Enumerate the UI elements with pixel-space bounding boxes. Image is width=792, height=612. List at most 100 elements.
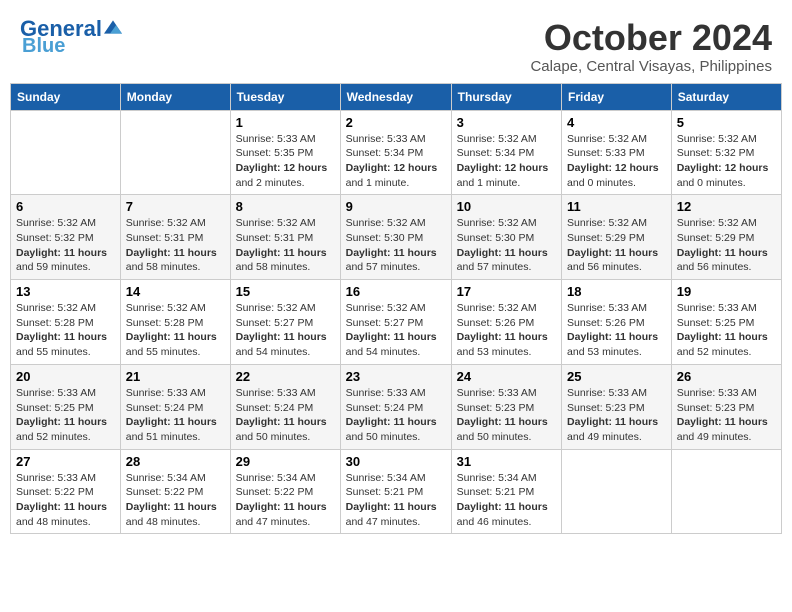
day-number: 3 (457, 115, 556, 130)
day-info: Sunrise: 5:32 AMSunset: 5:28 PMDaylight:… (126, 301, 225, 360)
day-info: Sunrise: 5:33 AMSunset: 5:24 PMDaylight:… (126, 386, 225, 445)
calendar-cell: 15Sunrise: 5:32 AMSunset: 5:27 PMDayligh… (230, 280, 340, 365)
calendar-cell: 5 Sunrise: 5:32 AMSunset: 5:32 PMDaylight… (671, 110, 781, 195)
week-row-3: 13 Sunrise: 5:32 AMSunset: 5:28 PMDayligh… (11, 280, 782, 365)
week-row-2: 6Sunrise: 5:32 AMSunset: 5:32 PMDaylight… (11, 195, 782, 280)
day-info: Sunrise: 5:32 AMSunset: 5:28 PMDaylight:… (16, 301, 115, 360)
day-info: Sunrise: 5:34 AMSunset: 5:22 PMDaylight:… (236, 471, 335, 530)
day-number: 27 (16, 454, 115, 469)
calendar-cell: 4 Sunrise: 5:32 AMSunset: 5:33 PMDaylight… (562, 110, 672, 195)
day-info: Sunrise: 5:33 AMSunset: 5:23 PMDaylight:… (567, 386, 666, 445)
calendar-cell: 18Sunrise: 5:33 AMSunset: 5:26 PMDayligh… (562, 280, 672, 365)
week-row-1: 1 Sunrise: 5:33 AMSunset: 5:35 PMDaylight… (11, 110, 782, 195)
day-number: 14 (126, 284, 225, 299)
day-number: 9 (346, 199, 446, 214)
calendar-cell (120, 110, 230, 195)
week-row-5: 27 Sunrise: 5:33 AMSunset: 5:22 PMDayligh… (11, 449, 782, 534)
calendar-cell: 17 Sunrise: 5:32 AMSunset: 5:26 PMDayligh… (451, 280, 561, 365)
day-info: Sunrise: 5:32 AMSunset: 5:26 PMDaylight:… (457, 301, 556, 360)
calendar-cell: 1 Sunrise: 5:33 AMSunset: 5:35 PMDaylight… (230, 110, 340, 195)
day-info: Sunrise: 5:32 AMSunset: 5:34 PMDaylight:… (457, 132, 556, 191)
calendar-cell (671, 449, 781, 534)
day-number: 5 (677, 115, 776, 130)
day-info: Sunrise: 5:32 AMSunset: 5:32 PMDaylight:… (16, 216, 115, 275)
column-header-wednesday: Wednesday (340, 83, 451, 110)
calendar-cell: 29 Sunrise: 5:34 AMSunset: 5:22 PMDayligh… (230, 449, 340, 534)
day-info: Sunrise: 5:32 AMSunset: 5:30 PMDaylight:… (346, 216, 446, 275)
logo-blue-text: Blue (22, 36, 65, 56)
day-number: 4 (567, 115, 666, 130)
day-info: Sunrise: 5:32 AMSunset: 5:31 PMDaylight:… (236, 216, 335, 275)
day-number: 15 (236, 284, 335, 299)
day-info: Sunrise: 5:33 AMSunset: 5:34 PMDaylight:… (346, 132, 446, 191)
column-header-friday: Friday (562, 83, 672, 110)
column-header-monday: Monday (120, 83, 230, 110)
calendar-cell: 16 Sunrise: 5:32 AMSunset: 5:27 PMDayligh… (340, 280, 451, 365)
calendar-cell: 8Sunrise: 5:32 AMSunset: 5:31 PMDaylight… (230, 195, 340, 280)
calendar-cell: 6Sunrise: 5:32 AMSunset: 5:32 PMDaylight… (11, 195, 121, 280)
day-number: 23 (346, 369, 446, 384)
day-number: 12 (677, 199, 776, 214)
calendar-cell: 25 Sunrise: 5:33 AMSunset: 5:23 PMDayligh… (562, 364, 672, 449)
column-header-sunday: Sunday (11, 83, 121, 110)
day-number: 16 (346, 284, 446, 299)
title-block: October 2024 Calape, Central Visayas, Ph… (530, 18, 772, 75)
page-header: General Blue October 2024 Calape, Centra… (10, 10, 782, 75)
day-info: Sunrise: 5:32 AMSunset: 5:27 PMDaylight:… (346, 301, 446, 360)
day-info: Sunrise: 5:33 AMSunset: 5:25 PMDaylight:… (16, 386, 115, 445)
calendar-cell: 13 Sunrise: 5:32 AMSunset: 5:28 PMDayligh… (11, 280, 121, 365)
day-number: 17 (457, 284, 556, 299)
calendar-cell: 28Sunrise: 5:34 AMSunset: 5:22 PMDayligh… (120, 449, 230, 534)
day-number: 13 (16, 284, 115, 299)
month-title: October 2024 (530, 18, 772, 58)
column-header-saturday: Saturday (671, 83, 781, 110)
calendar-header-row: SundayMondayTuesdayWednesdayThursdayFrid… (11, 83, 782, 110)
day-number: 24 (457, 369, 556, 384)
week-row-4: 20Sunrise: 5:33 AMSunset: 5:25 PMDayligh… (11, 364, 782, 449)
calendar-cell: 20Sunrise: 5:33 AMSunset: 5:25 PMDayligh… (11, 364, 121, 449)
calendar-cell: 21 Sunrise: 5:33 AMSunset: 5:24 PMDayligh… (120, 364, 230, 449)
calendar-cell: 22Sunrise: 5:33 AMSunset: 5:24 PMDayligh… (230, 364, 340, 449)
calendar-cell: 11 Sunrise: 5:32 AMSunset: 5:29 PMDayligh… (562, 195, 672, 280)
day-number: 29 (236, 454, 335, 469)
calendar-cell: 10Sunrise: 5:32 AMSunset: 5:30 PMDayligh… (451, 195, 561, 280)
logo: General Blue (20, 18, 122, 56)
calendar-cell (11, 110, 121, 195)
day-info: Sunrise: 5:32 AMSunset: 5:30 PMDaylight:… (457, 216, 556, 275)
day-number: 21 (126, 369, 225, 384)
day-info: Sunrise: 5:32 AMSunset: 5:33 PMDaylight:… (567, 132, 666, 191)
day-number: 11 (567, 199, 666, 214)
calendar-cell: 12 Sunrise: 5:32 AMSunset: 5:29 PMDayligh… (671, 195, 781, 280)
location: Calape, Central Visayas, Philippines (530, 58, 772, 75)
day-info: Sunrise: 5:33 AMSunset: 5:24 PMDaylight:… (346, 386, 446, 445)
day-info: Sunrise: 5:33 AMSunset: 5:25 PMDaylight:… (677, 301, 776, 360)
day-info: Sunrise: 5:33 AMSunset: 5:23 PMDaylight:… (457, 386, 556, 445)
day-number: 22 (236, 369, 335, 384)
calendar-cell: 23 Sunrise: 5:33 AMSunset: 5:24 PMDayligh… (340, 364, 451, 449)
day-info: Sunrise: 5:32 AMSunset: 5:32 PMDaylight:… (677, 132, 776, 191)
day-info: Sunrise: 5:32 AMSunset: 5:29 PMDaylight:… (677, 216, 776, 275)
day-number: 18 (567, 284, 666, 299)
day-number: 19 (677, 284, 776, 299)
day-number: 25 (567, 369, 666, 384)
calendar-cell: 7Sunrise: 5:32 AMSunset: 5:31 PMDaylight… (120, 195, 230, 280)
day-number: 28 (126, 454, 225, 469)
day-info: Sunrise: 5:34 AMSunset: 5:21 PMDaylight:… (457, 471, 556, 530)
calendar-cell: 19 Sunrise: 5:33 AMSunset: 5:25 PMDayligh… (671, 280, 781, 365)
calendar-cell (562, 449, 672, 534)
calendar-cell: 9 Sunrise: 5:32 AMSunset: 5:30 PMDaylight… (340, 195, 451, 280)
day-info: Sunrise: 5:33 AMSunset: 5:22 PMDaylight:… (16, 471, 115, 530)
day-info: Sunrise: 5:32 AMSunset: 5:29 PMDaylight:… (567, 216, 666, 275)
calendar-cell: 14 Sunrise: 5:32 AMSunset: 5:28 PMDayligh… (120, 280, 230, 365)
logo-icon (104, 20, 122, 34)
day-info: Sunrise: 5:34 AMSunset: 5:21 PMDaylight:… (346, 471, 446, 530)
calendar-cell: 27 Sunrise: 5:33 AMSunset: 5:22 PMDayligh… (11, 449, 121, 534)
calendar-cell: 31Sunrise: 5:34 AMSunset: 5:21 PMDayligh… (451, 449, 561, 534)
calendar-cell: 3 Sunrise: 5:32 AMSunset: 5:34 PMDaylight… (451, 110, 561, 195)
day-info: Sunrise: 5:33 AMSunset: 5:35 PMDaylight:… (236, 132, 335, 191)
day-info: Sunrise: 5:32 AMSunset: 5:31 PMDaylight:… (126, 216, 225, 275)
calendar-table: SundayMondayTuesdayWednesdayThursdayFrid… (10, 83, 782, 535)
day-number: 1 (236, 115, 335, 130)
calendar-cell: 2Sunrise: 5:33 AMSunset: 5:34 PMDaylight… (340, 110, 451, 195)
day-number: 26 (677, 369, 776, 384)
